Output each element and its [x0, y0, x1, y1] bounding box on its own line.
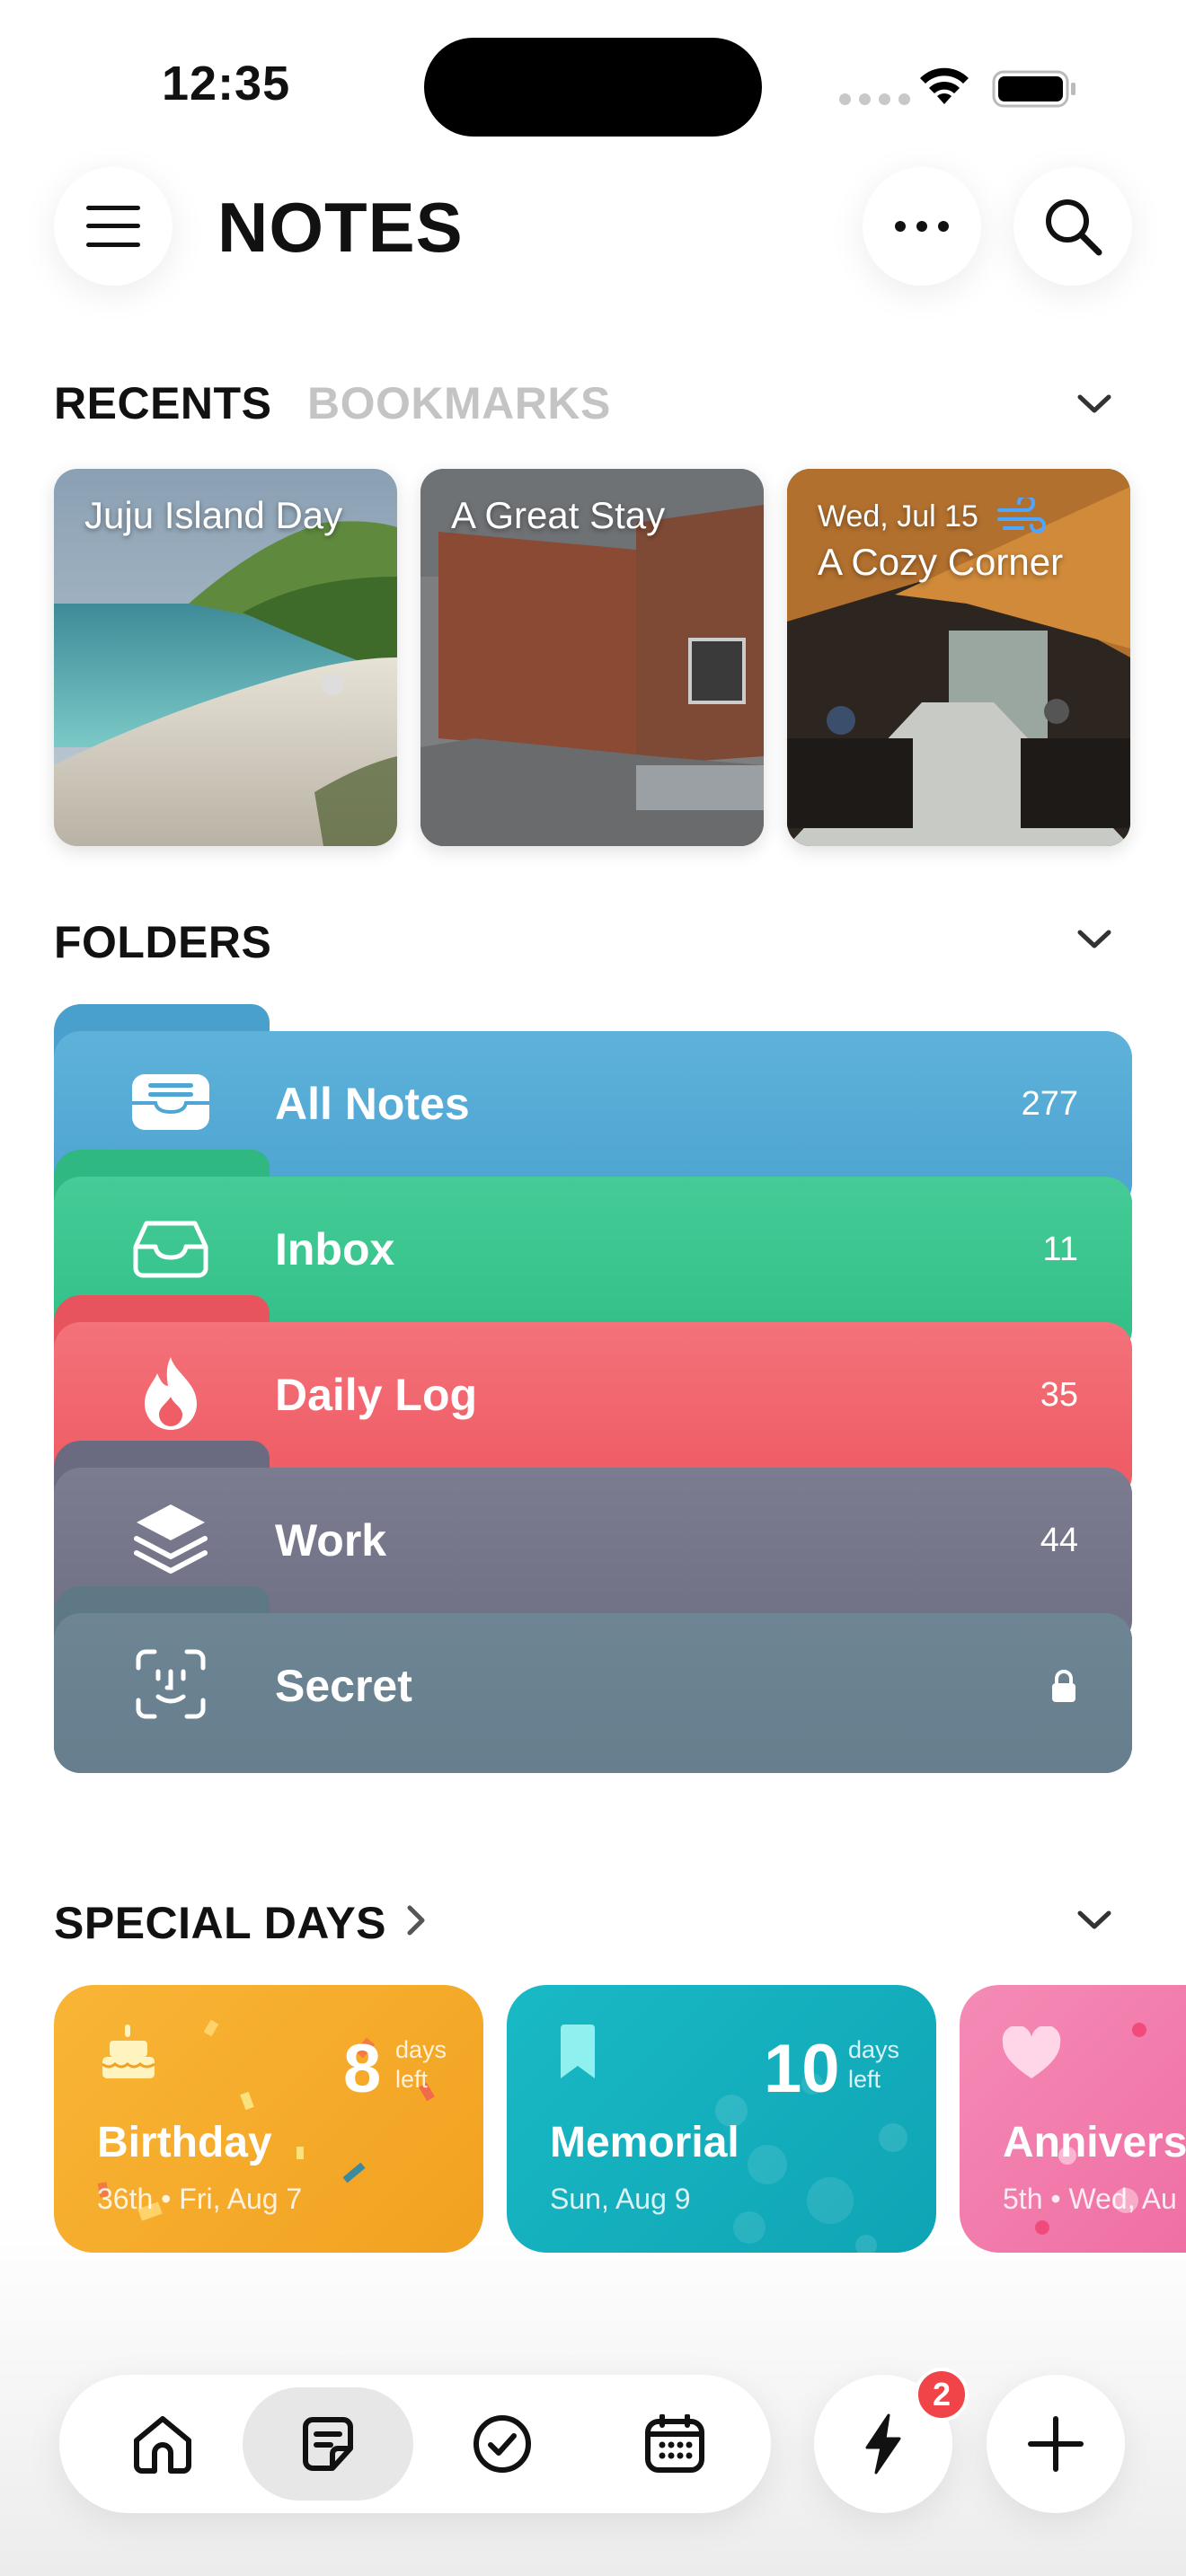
status-time: 12:35 [162, 57, 291, 110]
folder-label: Work [275, 1515, 387, 1566]
dynamic-island [424, 38, 762, 137]
folder-count: 11 [1042, 1231, 1078, 1268]
recent-card-title: A Cozy Corner [818, 541, 1064, 583]
tab-bar [59, 2375, 771, 2513]
recent-card-cafe[interactable]: Wed, Jul 15 A Cozy Corner [787, 469, 1130, 846]
cake-icon [102, 2025, 155, 2078]
tab-bookmarks[interactable]: BOOKMARKS [307, 377, 611, 429]
page-title: NOTES [217, 188, 464, 267]
tab-notes[interactable] [243, 2387, 413, 2501]
calendar-icon [645, 2414, 704, 2473]
special-day-anniversary[interactable]: Annivers 5th • Wed, Au [960, 1985, 1186, 2253]
tray-full-icon [126, 1062, 216, 1142]
special-day-subtitle: 36th • Fri, Aug 7 [97, 2183, 303, 2215]
heart-icon [1002, 2026, 1061, 2078]
plus-icon [1028, 2416, 1084, 2472]
chevron-down-icon[interactable] [1067, 1902, 1121, 1938]
tab-tasks[interactable] [417, 2387, 588, 2501]
days-left-number: 10 [764, 2031, 840, 2107]
folder-label: Secret [275, 1661, 412, 1711]
check-circle-icon [474, 2415, 531, 2473]
folder-count: 277 [1021, 1085, 1078, 1123]
folder-label: Daily Log [275, 1370, 478, 1420]
home-icon [134, 2416, 191, 2474]
ellipsis-icon [895, 221, 949, 232]
recent-card-title: Juju Island Day [84, 494, 343, 536]
special-days-heading[interactable]: SPECIAL DAYS [54, 1897, 386, 1949]
cellular-signal-icon [839, 93, 910, 105]
special-day-memorial[interactable]: 10 days left Memorial Sun, Aug 9 [507, 1985, 936, 2253]
face-id-icon [126, 1644, 216, 1725]
wind-icon [997, 498, 1046, 534]
new-note-button[interactable] [987, 2375, 1125, 2513]
folder-secret[interactable]: Secret [54, 1586, 1132, 1773]
recent-card-date: Wed, Jul 15 [818, 499, 978, 534]
wifi-icon [920, 67, 969, 104]
search-button[interactable] [1013, 167, 1132, 286]
special-day-title: Annivers [1003, 2119, 1186, 2166]
tab-recents[interactable]: RECENTS [54, 377, 271, 429]
folder-count: 44 [1040, 1522, 1078, 1559]
chevron-down-icon[interactable] [1067, 386, 1121, 422]
special-day-subtitle: 5th • Wed, Au [1003, 2183, 1177, 2215]
flame-icon [126, 1353, 216, 1434]
search-icon [1046, 199, 1102, 256]
chevron-down-icon[interactable] [1067, 922, 1121, 957]
note-icon [303, 2417, 353, 2471]
folder-count: 35 [1040, 1376, 1078, 1414]
folder-label: All Notes [275, 1079, 470, 1129]
special-day-birthday[interactable]: 8 days left Birthday 36th • Fri, Aug 7 [54, 1985, 483, 2253]
folders-heading: FOLDERS [54, 917, 272, 967]
days-left-number: 8 [343, 2031, 382, 2107]
days-left-unit: days left [395, 2036, 447, 2093]
tab-calendar[interactable] [589, 2387, 760, 2501]
special-day-title: Birthday [97, 2119, 272, 2166]
hamburger-icon [86, 206, 140, 247]
recent-card-title: A Great Stay [451, 494, 666, 536]
special-day-subtitle: Sun, Aug 9 [550, 2183, 691, 2215]
layers-icon [126, 1498, 216, 1579]
tab-home[interactable] [77, 2387, 248, 2501]
chevron-right-icon[interactable] [403, 1901, 429, 1940]
battery-icon [992, 70, 1075, 108]
lock-icon [1052, 1670, 1075, 1702]
more-button[interactable] [863, 167, 981, 286]
bookmark-icon [561, 2025, 595, 2078]
lightning-icon [865, 2413, 901, 2475]
tray-icon [126, 1207, 216, 1288]
folder-label: Inbox [275, 1224, 395, 1275]
recent-card-beach[interactable]: Juju Island Day [54, 469, 397, 846]
special-day-title: Memorial [550, 2119, 739, 2166]
days-left-unit: days left [848, 2036, 900, 2093]
recent-card-building[interactable]: A Great Stay [420, 469, 764, 846]
menu-button[interactable] [54, 167, 173, 286]
notification-badge: 2 [915, 2368, 969, 2422]
